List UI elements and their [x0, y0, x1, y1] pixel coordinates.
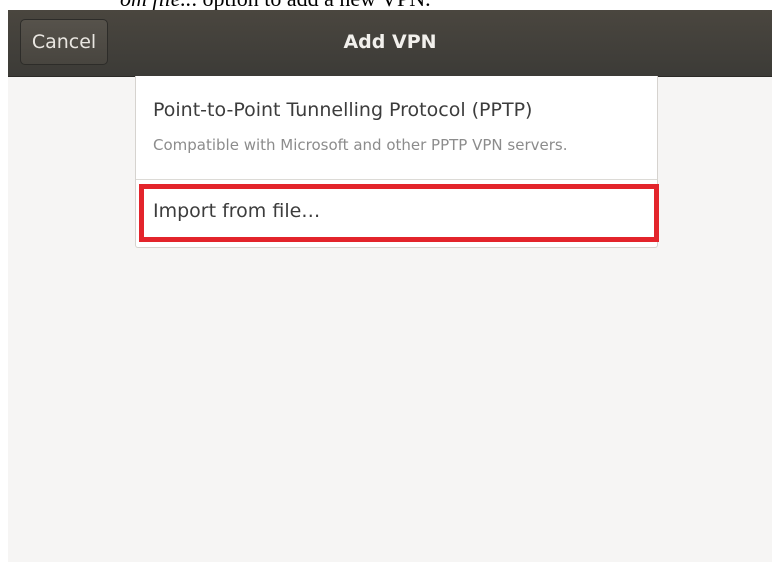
cropped-caption: om file... option to add a new VPN.	[0, 0, 772, 10]
import-from-file-item[interactable]: Import from file…	[136, 180, 657, 246]
vpn-type-list: Point-to-Point Tunnelling Protocol (PPTP…	[135, 76, 658, 248]
caption-italic: om file..	[120, 0, 192, 10]
caption-text: om file... option to add a new VPN.	[120, 0, 431, 10]
add-vpn-dialog: Add VPN Cancel Point-to-Point Tunnelling…	[8, 10, 772, 562]
vpn-type-name: Point-to-Point Tunnelling Protocol (PPTP…	[153, 99, 533, 121]
import-from-file-label: Import from file…	[153, 200, 321, 222]
cancel-button[interactable]: Cancel	[20, 19, 108, 65]
header-bar: Add VPN Cancel	[8, 10, 772, 77]
vpn-type-pptp[interactable]: Point-to-Point Tunnelling Protocol (PPTP…	[136, 76, 657, 180]
dialog-title: Add VPN	[343, 31, 437, 53]
caption-rest: . option to add a new VPN.	[192, 0, 431, 10]
vpn-type-description: Compatible with Microsoft and other PPTP…	[153, 136, 568, 154]
